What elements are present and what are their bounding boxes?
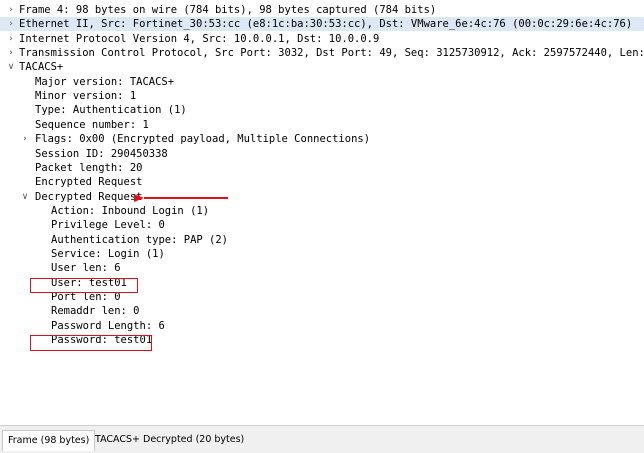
tree-row[interactable]: Action: Inbound Login (1) (0, 204, 644, 218)
tree-row[interactable]: Encrypted Request (0, 175, 644, 189)
tree-row-text: Password Length: 6 (51, 319, 165, 332)
collapse-arrow-icon[interactable]: › (20, 132, 30, 146)
expand-arrow-icon[interactable]: ∨ (6, 60, 16, 74)
tree-row[interactable]: Service: Login (1) (0, 247, 644, 261)
tab-frame[interactable]: Frame (98 bytes) (2, 430, 96, 451)
tree-row-text: Authentication type: PAP (2) (51, 233, 229, 246)
tree-row[interactable]: Privilege Level: 0 (0, 218, 644, 232)
tree-row[interactable]: Authentication type: PAP (2) (0, 233, 644, 247)
collapse-arrow-icon[interactable]: › (6, 32, 16, 46)
tree-row[interactable]: Sequence number: 1 (0, 118, 644, 132)
tree-row-text: Sequence number: 1 (35, 118, 149, 131)
tree-row-text: Session ID: 290450338 (35, 147, 168, 160)
tree-row-text: User len: 6 (51, 262, 121, 275)
collapse-arrow-icon[interactable]: › (6, 17, 16, 31)
tree-row[interactable]: Session ID: 290450338 (0, 147, 644, 161)
tree-row-text: Decrypted Request (35, 190, 143, 203)
tree-row-text: Encrypted Request (35, 176, 143, 189)
tree-row-text: Service: Login (1) (51, 247, 165, 260)
tree-row[interactable]: Remaddr len: 0 (0, 304, 644, 318)
tree-row-text: Type: Authentication (1) (35, 104, 187, 117)
tree-row[interactable]: Password Length: 6 (0, 319, 644, 333)
tree-row[interactable]: ∨ TACACS+ (0, 60, 644, 74)
tree-row[interactable]: › Ethernet II, Src: Fortinet_30:53:cc (e8… (0, 17, 644, 32)
tree-row-text: TACACS+ (19, 61, 64, 74)
tab-tacacs-decrypted-label: TACACS+ Decrypted (20 bytes) (95, 434, 245, 445)
collapse-arrow-icon[interactable]: › (6, 46, 16, 60)
tree-row-text: Ethernet II, Src: Fortinet_30:53:cc (e8:… (19, 18, 633, 31)
tree-row[interactable]: Packet length: 20 (0, 161, 644, 175)
tree-row[interactable]: Type: Authentication (1) (0, 103, 644, 117)
collapse-arrow-icon[interactable]: › (6, 3, 16, 17)
tree-row[interactable]: › Internet Protocol Version 4, Src: 10.0.… (0, 32, 644, 46)
tree-row[interactable]: Minor version: 1 (0, 89, 644, 103)
packet-details-tree: › Frame 4: 98 bytes on wire (784 bits), 9… (0, 0, 644, 425)
highlight-user (30, 278, 138, 293)
tab-frame-label: Frame (98 bytes) (8, 435, 90, 446)
tree-row[interactable]: › Transmission Control Protocol, Src Port… (0, 46, 644, 60)
tree-row-text: Flags: 0x00 (Encrypted payload, Multiple… (35, 133, 371, 146)
tree-row-text: Minor version: 1 (35, 90, 137, 103)
tree-row-text: Transmission Control Protocol, Src Port:… (19, 47, 644, 60)
tree-row-text: Action: Inbound Login (1) (51, 204, 210, 217)
tree-row-text: Internet Protocol Version 4, Src: 10.0.0… (19, 32, 380, 45)
tree-row-text: Remaddr len: 0 (51, 305, 140, 318)
tree-row[interactable]: › Flags: 0x00 (Encrypted payload, Multipl… (0, 132, 644, 146)
tab-tacacs-decrypted[interactable]: TACACS+ Decrypted (20 bytes) (90, 430, 249, 450)
tree-row[interactable]: › Frame 4: 98 bytes on wire (784 bits), 9… (0, 3, 644, 17)
tree-row[interactable]: ∨ Decrypted Request (0, 190, 644, 204)
highlight-password (30, 335, 152, 351)
tree-row-text: Packet length: 20 (35, 161, 143, 174)
tree-row-text: Frame 4: 98 bytes on wire (784 bits), 98… (19, 4, 437, 16)
expand-arrow-icon[interactable]: ∨ (20, 190, 30, 204)
tree-row[interactable]: Major version: TACACS+ (0, 75, 644, 89)
bytes-pane-tabs: Frame (98 bytes) TACACS+ Decrypted (20 b… (0, 425, 644, 453)
tree-row-text: Privilege Level: 0 (51, 219, 165, 232)
tree-row-text: Major version: TACACS+ (35, 75, 175, 88)
tree-row[interactable]: User len: 6 (0, 261, 644, 275)
